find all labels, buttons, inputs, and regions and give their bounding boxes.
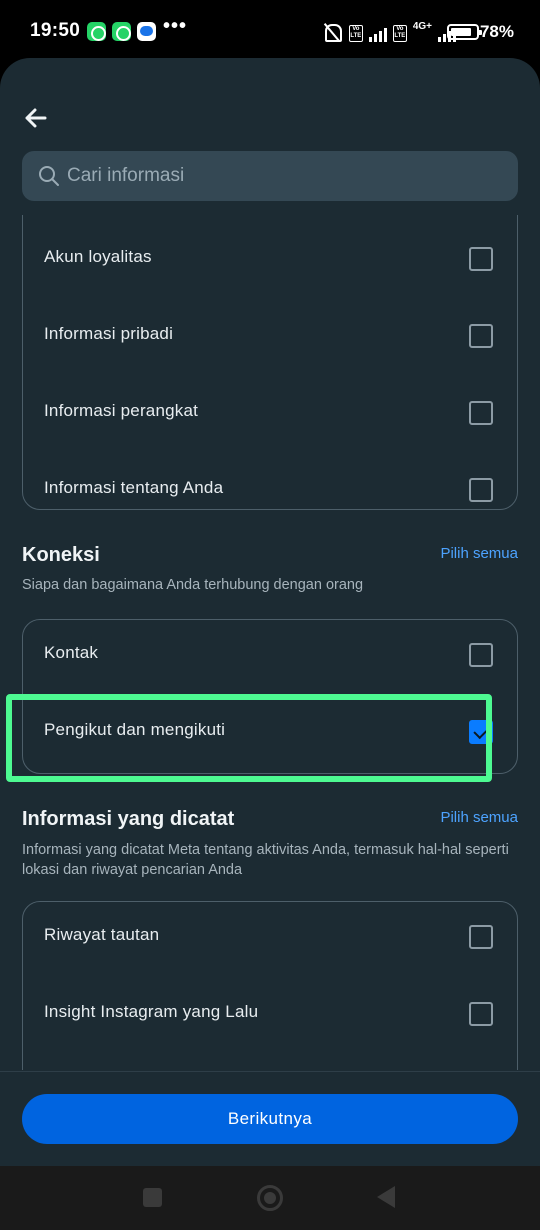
signal-icon [368, 26, 387, 42]
list-item[interactable]: Informasi pribadi [23, 297, 517, 374]
row-label: Kontak [44, 643, 99, 662]
list-item[interactable]: Informasi perangkat [23, 374, 517, 451]
logged-info-title: Informasi yang dicatat [22, 808, 235, 830]
logged-info-description: Informasi yang dicatat Meta tentang akti… [22, 842, 509, 878]
search-input[interactable] [67, 151, 497, 201]
list-item[interactable]: Pengikut dan mengikuti [23, 693, 517, 770]
row-label: Informasi perangkat [44, 401, 199, 420]
row-label: Akun loyalitas [44, 247, 152, 266]
system-navigation-bar [0, 1166, 540, 1230]
list-item[interactable]: Riwayat tautan [23, 898, 517, 975]
status-bar: 19:50 ••• Vo LTE Vo LTE 4G+ 78% [0, 0, 540, 62]
system-icons: Vo LTE Vo LTE 4G+ [321, 22, 456, 42]
list-item[interactable]: Akun loyalitas [23, 220, 517, 297]
list-item[interactable]: Informasi tentang Anda [23, 451, 517, 528]
whatsapp-notification-icon [112, 22, 131, 41]
bottom-sheet: Akun loyalitas Informasi pribadi Informa… [0, 58, 540, 1166]
footer: Berikutnya [0, 1071, 540, 1166]
profile-info-card: Akun loyalitas Informasi pribadi Informa… [22, 215, 518, 510]
list-item[interactable]: Insight Instagram yang Lalu [23, 975, 517, 1052]
checkbox-informasi-pribadi[interactable] [469, 324, 493, 348]
more-notifications-icon: ••• [163, 15, 188, 37]
checkbox-informasi-perangkat[interactable] [469, 401, 493, 425]
checkbox-insight-instagram-yang-lalu[interactable] [469, 1002, 493, 1026]
row-label: Informasi pribadi [44, 324, 174, 343]
row-label: Insight Instagram yang Lalu [44, 1002, 259, 1021]
checkbox-akun-loyalitas[interactable] [469, 247, 493, 271]
mute-icon [321, 22, 343, 42]
search-box[interactable] [22, 151, 518, 201]
connections-card: Kontak Pengikut dan mengikuti [22, 619, 518, 774]
content-scroll-area[interactable]: Akun loyalitas Informasi pribadi Informa… [0, 215, 540, 1070]
logged-info-card: Riwayat tautan Insight Instagram yang La… [22, 901, 518, 1070]
messages-notification-icon [137, 22, 156, 41]
back-button[interactable] [18, 100, 54, 136]
status-time: 19:50 [30, 20, 81, 41]
row-label: Informasi tentang Anda [44, 478, 224, 497]
volte-icon: Vo LTE [348, 25, 363, 42]
whatsapp-notification-icon [87, 22, 106, 41]
checkbox-riwayat-tautan[interactable] [469, 925, 493, 949]
volte-icon: Vo LTE [392, 25, 407, 42]
row-label: Pengikut dan mengikuti [44, 720, 226, 739]
search-icon [39, 166, 59, 186]
recent-apps-button[interactable] [143, 1188, 162, 1207]
logged-info-select-all-link[interactable]: Pilih semua [440, 809, 518, 826]
checkbox-kontak[interactable] [469, 643, 493, 667]
arrow-left-icon [25, 108, 47, 128]
connections-description: Siapa dan bagaimana Anda terhubung denga… [22, 577, 364, 593]
next-button[interactable]: Berikutnya [22, 1094, 518, 1144]
battery-icon [447, 24, 482, 40]
system-back-button[interactable] [377, 1186, 395, 1208]
connections-title: Koneksi [22, 544, 100, 566]
row-label: Riwayat tautan [44, 925, 160, 944]
home-button[interactable] [257, 1185, 283, 1211]
checkbox-pengikut-dan-mengikuti[interactable] [469, 720, 493, 744]
list-item[interactable]: Kontak [23, 616, 517, 693]
connections-select-all-link[interactable]: Pilih semua [440, 545, 518, 562]
network-type-label: 4G+ [412, 21, 432, 32]
battery-percent: 78% [479, 22, 514, 41]
checkbox-informasi-tentang-anda[interactable] [469, 478, 493, 502]
